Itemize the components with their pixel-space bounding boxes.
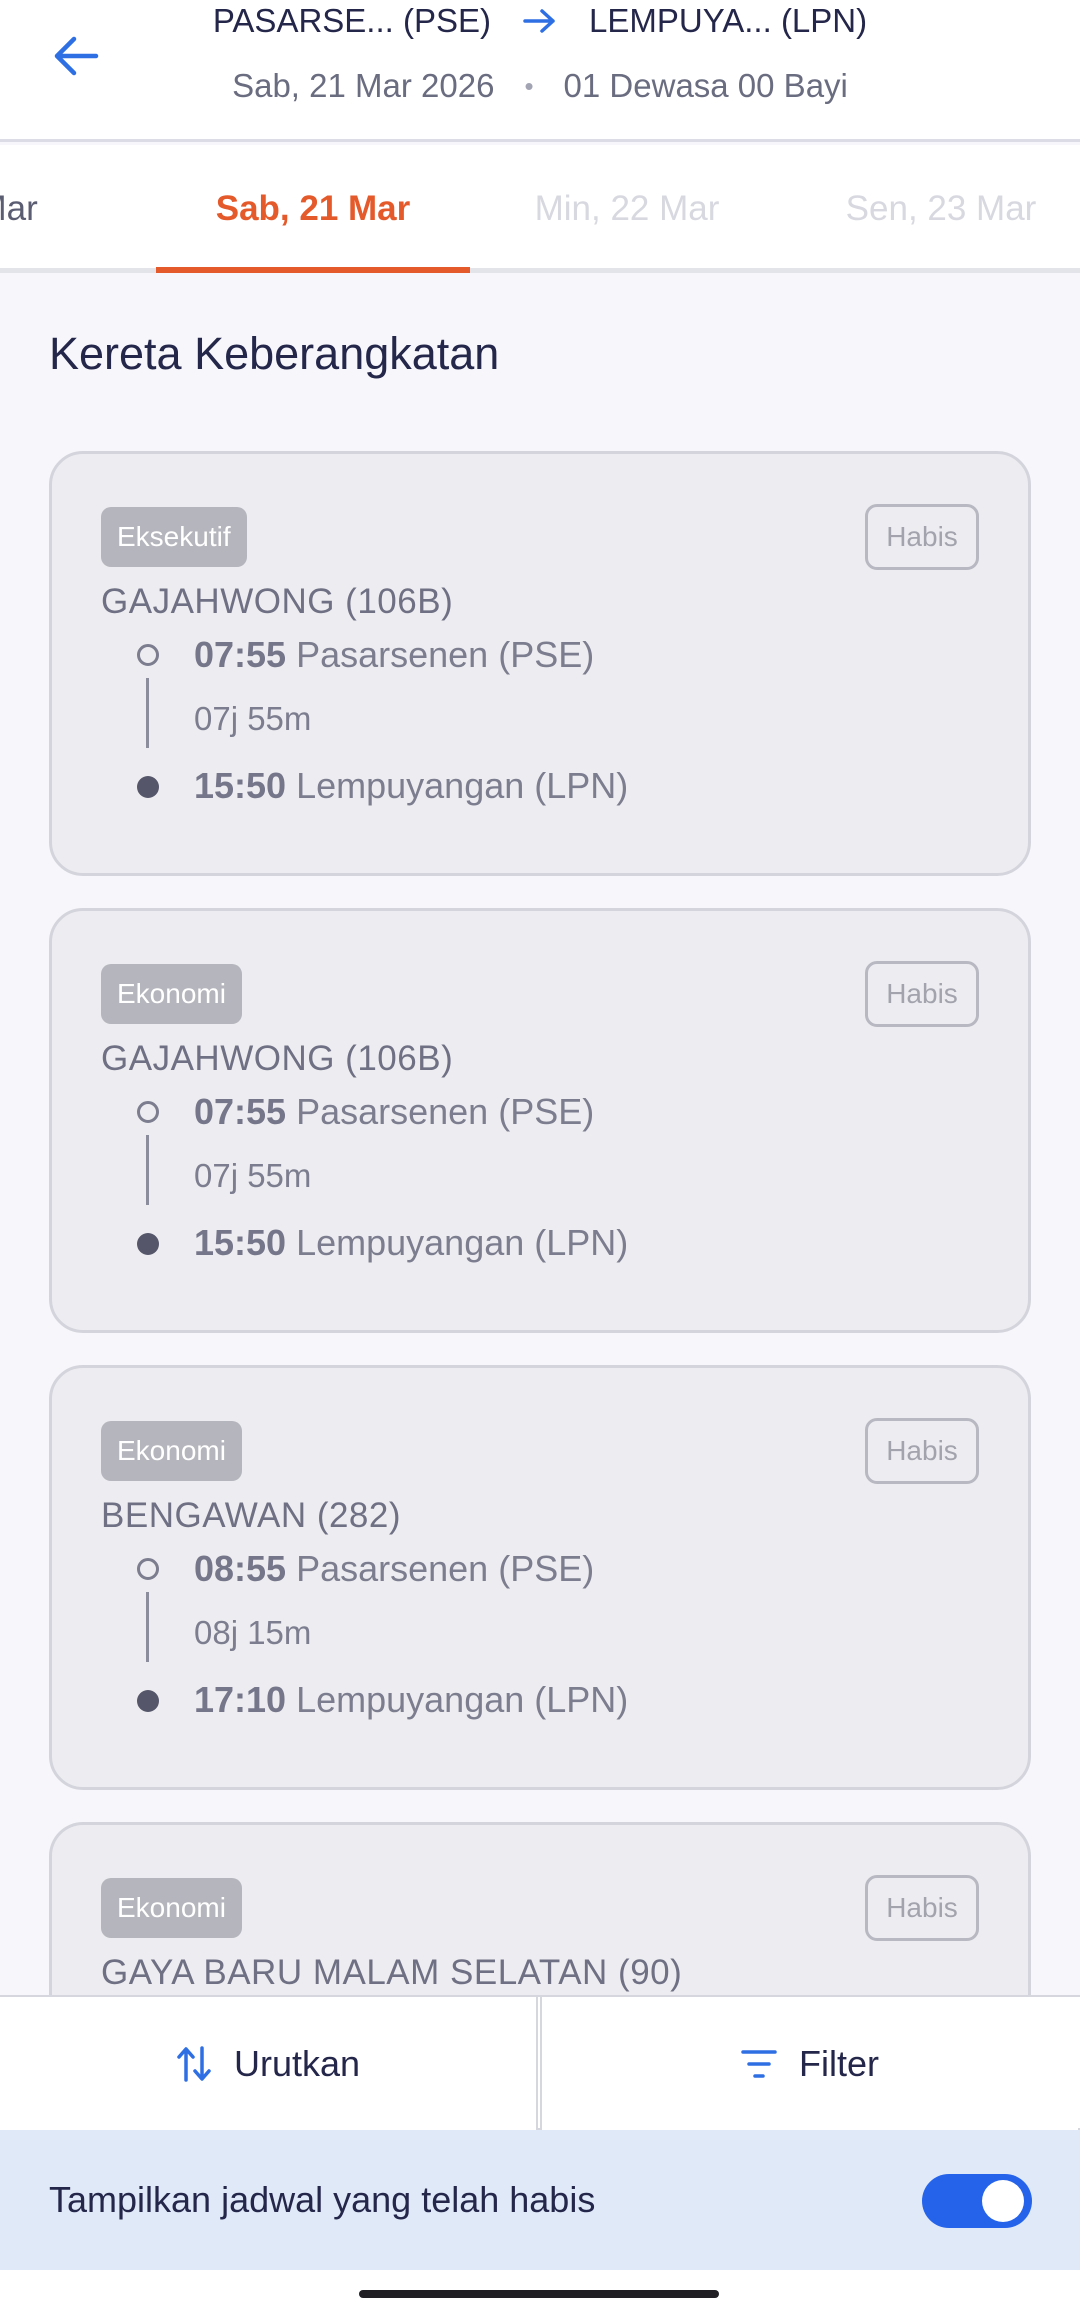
arrival-dot-icon [137, 776, 159, 798]
arrival-time: 15:50 [194, 765, 287, 806]
tab-date-prev[interactable]: 0 Mar [0, 145, 150, 273]
date-tabs: 0 Mar Sab, 21 Mar Min, 22 Mar Sen, 23 Ma… [0, 145, 1080, 273]
departure-time: 07:55 [194, 634, 287, 675]
system-nav-area [0, 2270, 1080, 2314]
status-badge: Habis [865, 1418, 979, 1484]
passenger-count: 01 Dewasa 00 Bayi [563, 67, 848, 104]
train-card[interactable]: Ekonomi Habis GAJAHWONG (106B) 07:55 Pasa… [49, 908, 1031, 1333]
arrow-right-icon [523, 8, 557, 34]
route-line [146, 678, 149, 748]
class-badge: Eksekutif [101, 507, 247, 567]
departure-dot-icon [137, 644, 159, 666]
trip-duration: 07j 55m [194, 700, 312, 737]
travel-date: Sab, 21 Mar 2026 [232, 67, 495, 104]
arrival-row: 15:50 Lempuyangan (LPN) [194, 765, 628, 807]
status-badge: Habis [865, 1875, 979, 1941]
trip-duration: 07j 55m [194, 1157, 312, 1194]
sort-button[interactable]: Urutkan [0, 1997, 538, 2130]
departure-dot-icon [137, 1101, 159, 1123]
filter-button[interactable]: Filter [540, 1997, 1078, 2130]
departure-dot-icon [137, 1558, 159, 1580]
departure-station: Pasarsenen (PSE) [296, 1548, 595, 1589]
arrival-row: 15:50 Lempuyangan (LPN) [194, 1222, 628, 1264]
toggle-knob [982, 2180, 1024, 2222]
separator-dot: • [524, 70, 534, 101]
show-soldout-bar: Tampilkan jadwal yang telah habis [0, 2130, 1080, 2270]
class-badge: Ekonomi [101, 964, 242, 1024]
train-name: GAJAHWONG (106B) [101, 1039, 454, 1078]
origin-station: PASARSE... (PSE) [212, 2, 491, 39]
train-card[interactable]: Eksekutif Habis GAJAHWONG (106B) 07:55 Pa… [49, 451, 1031, 876]
route-line [146, 1135, 149, 1205]
trip-details: Sab, 21 Mar 2026 • 01 Dewasa 00 Bayi [0, 62, 1080, 110]
top-header: PASARSE... (PSE) LEMPUYA... (LPN) Sab, 2… [0, 0, 1080, 142]
arrival-time: 17:10 [194, 1679, 287, 1720]
show-soldout-label: Tampilkan jadwal yang telah habis [49, 2179, 596, 2220]
arrival-time: 15:50 [194, 1222, 287, 1263]
departure-row: 07:55 Pasarsenen (PSE) [194, 1091, 594, 1133]
show-soldout-toggle[interactable] [922, 2174, 1032, 2228]
departure-time: 08:55 [194, 1548, 287, 1589]
train-name: GAYA BARU MALAM SELATAN (90) [101, 1953, 683, 1992]
class-badge: Ekonomi [101, 1421, 242, 1481]
filter-label: Filter [799, 2042, 879, 2084]
tab-date-selected[interactable]: Sab, 21 Mar [156, 145, 470, 273]
arrival-station: Lempuyangan (LPN) [296, 1679, 629, 1720]
departure-station: Pasarsenen (PSE) [296, 1091, 595, 1132]
route-line [146, 1592, 149, 1662]
home-indicator[interactable] [359, 2290, 719, 2298]
class-badge: Ekonomi [101, 1878, 242, 1938]
departure-station: Pasarsenen (PSE) [296, 634, 595, 675]
departure-time: 07:55 [194, 1091, 287, 1132]
status-badge: Habis [865, 504, 979, 570]
filter-icon [741, 2049, 777, 2078]
active-tab-indicator [156, 267, 470, 273]
sort-icon [177, 2045, 211, 2082]
tab-date-next[interactable]: Min, 22 Mar [470, 145, 784, 273]
departure-row: 08:55 Pasarsenen (PSE) [194, 1548, 594, 1590]
route-summary: PASARSE... (PSE) LEMPUYA... (LPN) [0, 0, 1080, 42]
tab-date-next-2[interactable]: Sen, 23 Mar [784, 145, 1080, 273]
status-badge: Habis [865, 961, 979, 1027]
train-card[interactable]: Ekonomi Habis BENGAWAN (282) 08:55 Pasars… [49, 1365, 1031, 1790]
arrival-dot-icon [137, 1233, 159, 1255]
arrival-dot-icon [137, 1690, 159, 1712]
train-name: BENGAWAN (282) [101, 1496, 402, 1535]
trip-duration: 08j 15m [194, 1614, 312, 1651]
departure-row: 07:55 Pasarsenen (PSE) [194, 634, 594, 676]
train-name: GAJAHWONG (106B) [101, 582, 454, 621]
destination-station: LEMPUYA... (LPN) [589, 2, 868, 39]
arrival-station: Lempuyangan (LPN) [296, 1222, 629, 1263]
bottom-action-bar: Urutkan Filter [0, 1995, 1080, 2130]
arrival-station: Lempuyangan (LPN) [296, 765, 629, 806]
arrival-row: 17:10 Lempuyangan (LPN) [194, 1679, 628, 1721]
sort-label: Urutkan [233, 2042, 361, 2084]
train-card[interactable]: Ekonomi Habis GAYA BARU MALAM SELATAN (9… [49, 1822, 1031, 2002]
section-title: Kereta Keberangkatan [49, 328, 500, 379]
